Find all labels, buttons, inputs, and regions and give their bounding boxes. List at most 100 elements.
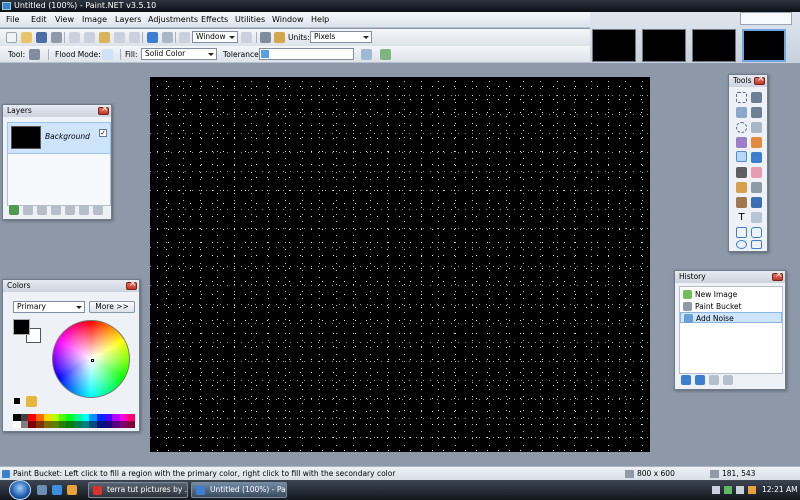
pan-icon[interactable] <box>751 137 762 148</box>
rectangle-select-icon[interactable] <box>736 92 747 103</box>
menu-window[interactable]: Window <box>269 12 307 28</box>
move-selected-pixels-icon[interactable] <box>751 92 762 103</box>
show-desktop-icon[interactable] <box>37 485 47 495</box>
move-layer-up-icon[interactable] <box>65 205 75 215</box>
image-thumbnail-active[interactable] <box>742 29 786 62</box>
clock[interactable]: 12:21 AM <box>762 480 798 500</box>
redo-icon[interactable] <box>709 375 719 385</box>
volume-icon[interactable] <box>736 486 744 494</box>
ellipse-icon[interactable] <box>736 240 747 249</box>
palette-swatch[interactable] <box>81 414 90 421</box>
palette-swatch[interactable] <box>96 421 105 428</box>
rewind-icon[interactable] <box>681 375 691 385</box>
add-layer-icon[interactable] <box>9 205 19 215</box>
redo-icon[interactable] <box>162 32 173 43</box>
history-item[interactable]: New Image <box>680 289 782 300</box>
palette-swatch[interactable] <box>66 421 74 428</box>
palette-swatch[interactable] <box>112 421 120 428</box>
fast-forward-icon[interactable] <box>723 375 733 385</box>
palette-swatch[interactable] <box>13 414 21 421</box>
menu-layers[interactable]: Layers <box>112 12 144 28</box>
copy-icon[interactable] <box>84 32 95 43</box>
rounded-rectangle-icon[interactable] <box>751 227 762 238</box>
menu-file[interactable]: File <box>3 12 22 28</box>
menu-image[interactable]: Image <box>79 12 110 28</box>
clone-stamp-icon[interactable] <box>736 197 747 208</box>
palette-swatch[interactable] <box>35 421 44 428</box>
freeform-shape-icon[interactable] <box>751 240 762 249</box>
menu-edit[interactable]: Edit <box>28 12 50 28</box>
zoom-icon[interactable] <box>179 32 190 43</box>
rectangle-icon[interactable] <box>736 227 747 238</box>
zoom-in-icon[interactable] <box>241 32 252 43</box>
window-zoom-combo[interactable]: Window <box>192 31 238 43</box>
flood-mode-icon[interactable] <box>102 49 113 60</box>
palette-swatch[interactable] <box>127 421 135 428</box>
move-layer-down-icon[interactable] <box>79 205 89 215</box>
grid-icon[interactable] <box>260 32 271 43</box>
more-colors-button[interactable]: More >> <box>89 301 135 313</box>
palette-icon[interactable] <box>26 396 37 407</box>
palette-swatch[interactable] <box>96 414 105 421</box>
eraser-icon[interactable] <box>751 167 762 178</box>
history-item[interactable]: Paint Bucket <box>680 301 782 312</box>
palette-swatch[interactable] <box>89 414 97 421</box>
pencil-icon[interactable] <box>736 182 747 193</box>
palette-swatch[interactable] <box>20 414 29 421</box>
undo-icon[interactable] <box>147 32 158 43</box>
palette-swatch[interactable] <box>119 414 128 421</box>
palette-swatch[interactable] <box>119 421 128 428</box>
internet-explorer-icon[interactable] <box>52 485 62 495</box>
close-icon[interactable] <box>126 279 137 290</box>
tray-icon[interactable] <box>712 486 720 494</box>
undo-icon[interactable] <box>695 375 705 385</box>
palette-swatch[interactable] <box>43 414 52 421</box>
history-item-selected[interactable]: Add Noise <box>680 312 782 323</box>
fill-combo[interactable]: Solid Color <box>141 48 217 60</box>
action-center-icon[interactable] <box>748 486 756 494</box>
deselect-icon[interactable] <box>129 32 140 43</box>
paint-bucket-icon[interactable] <box>29 49 40 60</box>
merge-layer-icon[interactable] <box>51 205 61 215</box>
menu-view[interactable]: View <box>52 12 77 28</box>
tolerance-slider[interactable] <box>259 48 354 60</box>
open-folder-icon[interactable] <box>21 32 32 43</box>
image-thumbnail[interactable] <box>692 29 736 62</box>
line-curve-icon[interactable] <box>751 212 762 223</box>
text-tool-icon[interactable]: T <box>736 212 747 223</box>
image-canvas[interactable] <box>150 77 650 452</box>
antialias-icon[interactable] <box>361 49 372 60</box>
ellipse-select-icon[interactable] <box>736 122 747 133</box>
palette-swatch[interactable] <box>89 421 97 428</box>
image-thumbnail[interactable] <box>592 29 636 62</box>
folder-icon[interactable] <box>67 485 77 495</box>
paste-icon[interactable] <box>99 32 110 43</box>
palette-swatch[interactable] <box>51 414 59 421</box>
palette-swatch[interactable] <box>35 414 44 421</box>
layer-visibility-checkbox[interactable]: ✓ <box>99 129 107 137</box>
recolor-icon[interactable] <box>751 197 762 208</box>
color-wheel[interactable] <box>52 320 130 398</box>
blend-mode-icon[interactable] <box>380 49 391 60</box>
lasso-select-icon[interactable] <box>736 107 747 118</box>
print-icon[interactable] <box>51 32 62 43</box>
duplicate-layer-icon[interactable] <box>37 205 47 215</box>
save-icon[interactable] <box>36 32 47 43</box>
close-icon[interactable] <box>98 104 109 115</box>
new-file-icon[interactable] <box>6 32 17 43</box>
layer-item-background[interactable]: Background ✓ <box>7 122 111 154</box>
gradient-icon[interactable] <box>751 152 762 163</box>
color-mode-combo[interactable]: Primary <box>13 301 85 313</box>
start-button[interactable] <box>9 480 31 500</box>
crop-icon[interactable] <box>114 32 125 43</box>
palette-swatch[interactable] <box>81 421 90 428</box>
palette-swatch[interactable] <box>13 421 21 428</box>
palette-swatch[interactable] <box>28 421 36 428</box>
palette-swatch[interactable] <box>104 421 113 428</box>
palette-swatch[interactable] <box>74 421 82 428</box>
palette-swatch[interactable] <box>112 414 120 421</box>
primary-color-swatch[interactable] <box>13 319 30 335</box>
thumbnail-close-button[interactable] <box>740 12 792 25</box>
menu-adjustments[interactable]: Adjustments <box>145 12 201 28</box>
palette-swatch[interactable] <box>28 414 36 421</box>
